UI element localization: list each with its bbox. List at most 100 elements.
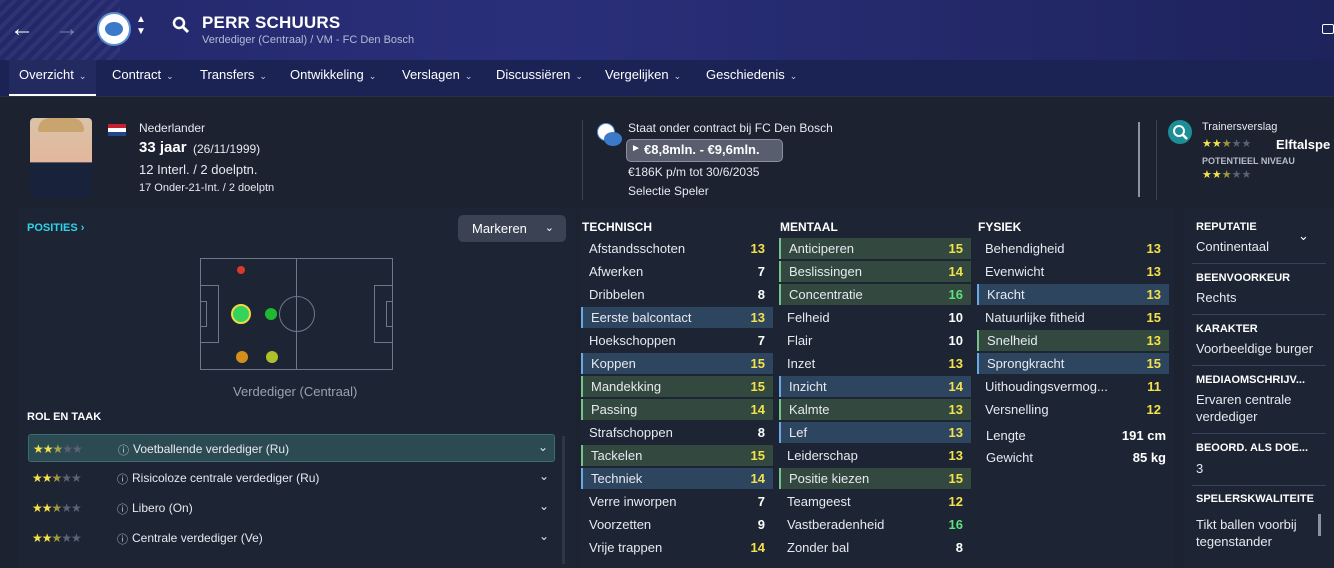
chevron-down-icon[interactable]: ⌄: [538, 440, 548, 454]
scrollbar[interactable]: [1138, 122, 1140, 197]
attribute-row[interactable]: Inzet 13: [779, 353, 971, 374]
attribute-name: Inzicht: [789, 379, 827, 394]
attribute-row[interactable]: Concentratie 16: [779, 284, 971, 305]
attribute-row[interactable]: Vrije trappen 14: [581, 537, 773, 558]
tab-contract[interactable]: Contract ⌄: [102, 60, 184, 96]
attribute-row[interactable]: Kalmte 13: [779, 399, 971, 420]
positions-title[interactable]: POSITIES ›: [27, 222, 84, 234]
attribute-row[interactable]: Dribbelen 8: [581, 284, 773, 305]
tab-ontwikkeling[interactable]: Ontwikkeling ⌄: [280, 60, 386, 96]
player-trait-line1: Tikt ballen voorbij: [1196, 517, 1297, 532]
attribute-name: Anticiperen: [789, 241, 855, 256]
info-icon[interactable]: ⓘ: [117, 471, 128, 487]
attribute-row[interactable]: Afwerken 7: [581, 261, 773, 282]
attribute-value: 13: [1146, 287, 1161, 302]
primary-position-dot: [231, 304, 251, 324]
attribute-row[interactable]: Eerste balcontact 13: [581, 307, 773, 328]
international-caps: 12 Interl. / 2 doelptn.: [139, 162, 258, 177]
tab-geschiedenis[interactable]: Geschiedenis ⌄: [696, 60, 807, 96]
attribute-row[interactable]: Kracht 13: [977, 284, 1169, 305]
club-badge-icon[interactable]: [597, 123, 622, 146]
attribute-row[interactable]: Inzicht 14: [779, 376, 971, 397]
window-icon[interactable]: [1322, 24, 1334, 34]
attribute-row[interactable]: Flair 10: [779, 330, 971, 351]
search-icon[interactable]: [172, 16, 190, 34]
attribute-row[interactable]: Versnelling 12: [977, 399, 1169, 420]
attribute-row[interactable]: Evenwicht 13: [977, 261, 1169, 282]
attribute-row[interactable]: Positie kiezen 15: [779, 468, 971, 489]
traits-scrollbar[interactable]: [1318, 514, 1321, 536]
role-row[interactable]: ★★★★★ ⓘ Risicoloze centrale verdediger (…: [28, 464, 555, 492]
role-row[interactable]: ★★★★★ ⓘ Voetballende verdediger (Ru) ⌄: [28, 434, 555, 462]
chevron-down-icon[interactable]: ⌄: [539, 529, 549, 543]
player-trait-line2: tegenstander: [1196, 534, 1272, 549]
forward-arrow-icon[interactable]: →: [52, 14, 82, 44]
attribute-row[interactable]: Zonder bal 8: [779, 537, 971, 558]
role-row[interactable]: ★★★★★ ⓘ Centrale verdediger (Ve) ⌄: [28, 524, 555, 552]
chevron-down-icon[interactable]: ⌄: [539, 499, 549, 513]
club-switch-chevrons-icon[interactable]: ▲ ▼: [136, 14, 146, 38]
attribute-row[interactable]: Beslissingen 14: [779, 261, 971, 282]
attribute-row[interactable]: Tackelen 15: [581, 445, 773, 466]
attribute-row[interactable]: Leiderschap 13: [779, 445, 971, 466]
attribute-value: 14: [750, 540, 765, 555]
position-dot: [237, 266, 245, 274]
attribute-row[interactable]: Vastberadenheid 16: [779, 514, 971, 535]
attribute-name: Zonder bal: [787, 540, 850, 555]
preferred-foot-heading: BEENVOORKEUR: [1196, 272, 1291, 284]
info-icon[interactable]: ⓘ: [118, 442, 129, 458]
attribute-row[interactable]: Passing 14: [581, 399, 773, 420]
attribute-row[interactable]: Voorzetten 9: [581, 514, 773, 535]
back-arrow-icon[interactable]: ←: [7, 14, 37, 44]
divider: [1192, 485, 1326, 486]
nationality[interactable]: Nederlander: [139, 121, 205, 135]
attribute-row[interactable]: Afstandsschoten 13: [581, 238, 773, 259]
attribute-value: 14: [948, 379, 963, 394]
role-name: Libero (On): [132, 501, 193, 515]
attribute-row[interactable]: Anticiperen 15: [779, 238, 971, 259]
tab-overzicht[interactable]: Overzicht ⌄: [9, 60, 97, 96]
tab-verslagen[interactable]: Verslagen ⌄: [392, 60, 482, 96]
tab-vergelijken[interactable]: Vergelijken ⌄: [595, 60, 691, 96]
chevron-down-icon[interactable]: ⌄: [539, 469, 549, 483]
report-search-icon[interactable]: [1168, 120, 1192, 144]
info-icon[interactable]: ⓘ: [117, 501, 128, 517]
attribute-row[interactable]: Mandekking 15: [581, 376, 773, 397]
attribute-row[interactable]: Lef 13: [779, 422, 971, 443]
info-icon[interactable]: ⓘ: [117, 531, 128, 547]
attribute-name: Voorzetten: [589, 517, 652, 532]
club-logo[interactable]: [97, 12, 131, 46]
tab-transfers[interactable]: Transfers ⌄: [190, 60, 277, 96]
attribute-value: 15: [948, 471, 963, 486]
attribute-row[interactable]: Uithoudingsvermog... 11: [977, 376, 1169, 397]
roles-scrollbar[interactable]: [562, 436, 565, 564]
attribute-value: 13: [948, 448, 963, 463]
role-row[interactable]: ★★★★★ ⓘ Libero (On) ⌄: [28, 494, 555, 522]
arrow-icon: ►: [631, 143, 641, 154]
attribute-row[interactable]: Sprongkracht 15: [977, 353, 1169, 374]
attribute-row[interactable]: Strafschoppen 8: [581, 422, 773, 443]
attribute-value: 7: [757, 264, 765, 279]
divider: [1192, 314, 1326, 315]
attribute-row[interactable]: Teamgeest 12: [779, 491, 971, 512]
attribute-row[interactable]: Snelheid 13: [977, 330, 1169, 351]
attribute-row[interactable]: Koppen 15: [581, 353, 773, 374]
attribute-row[interactable]: Natuurlijke fitheid 15: [977, 307, 1169, 328]
current-level: Elftalspe: [1276, 137, 1331, 152]
attribute-row[interactable]: Behendigheid 13: [977, 238, 1169, 259]
divider: [1156, 120, 1157, 200]
attribute-row[interactable]: Verre inworpen 7: [581, 491, 773, 512]
attribute-row[interactable]: Techniek 14: [581, 468, 773, 489]
chevron-down-icon[interactable]: ⌄: [1298, 228, 1309, 244]
potential-label: POTENTIEEL NIVEAU: [1202, 156, 1295, 166]
tab-discussieren[interactable]: Discussiëren ⌄: [486, 60, 593, 96]
attribute-row[interactable]: Hoekschoppen 7: [581, 330, 773, 351]
attribute-value: 16: [948, 517, 963, 532]
attribute-row[interactable]: Felheid 10: [779, 307, 971, 328]
highlight-button[interactable]: Markeren ⌄: [458, 215, 566, 242]
attribute-name: Afstandsschoten: [589, 241, 686, 256]
attribute-name: Sprongkracht: [987, 356, 1065, 371]
player-subtitle[interactable]: Verdediger (Centraal) / VM - FC Den Bosc…: [202, 34, 414, 46]
attribute-value: 16: [948, 287, 963, 302]
personality-value: Voorbeeldige burger: [1196, 341, 1314, 356]
